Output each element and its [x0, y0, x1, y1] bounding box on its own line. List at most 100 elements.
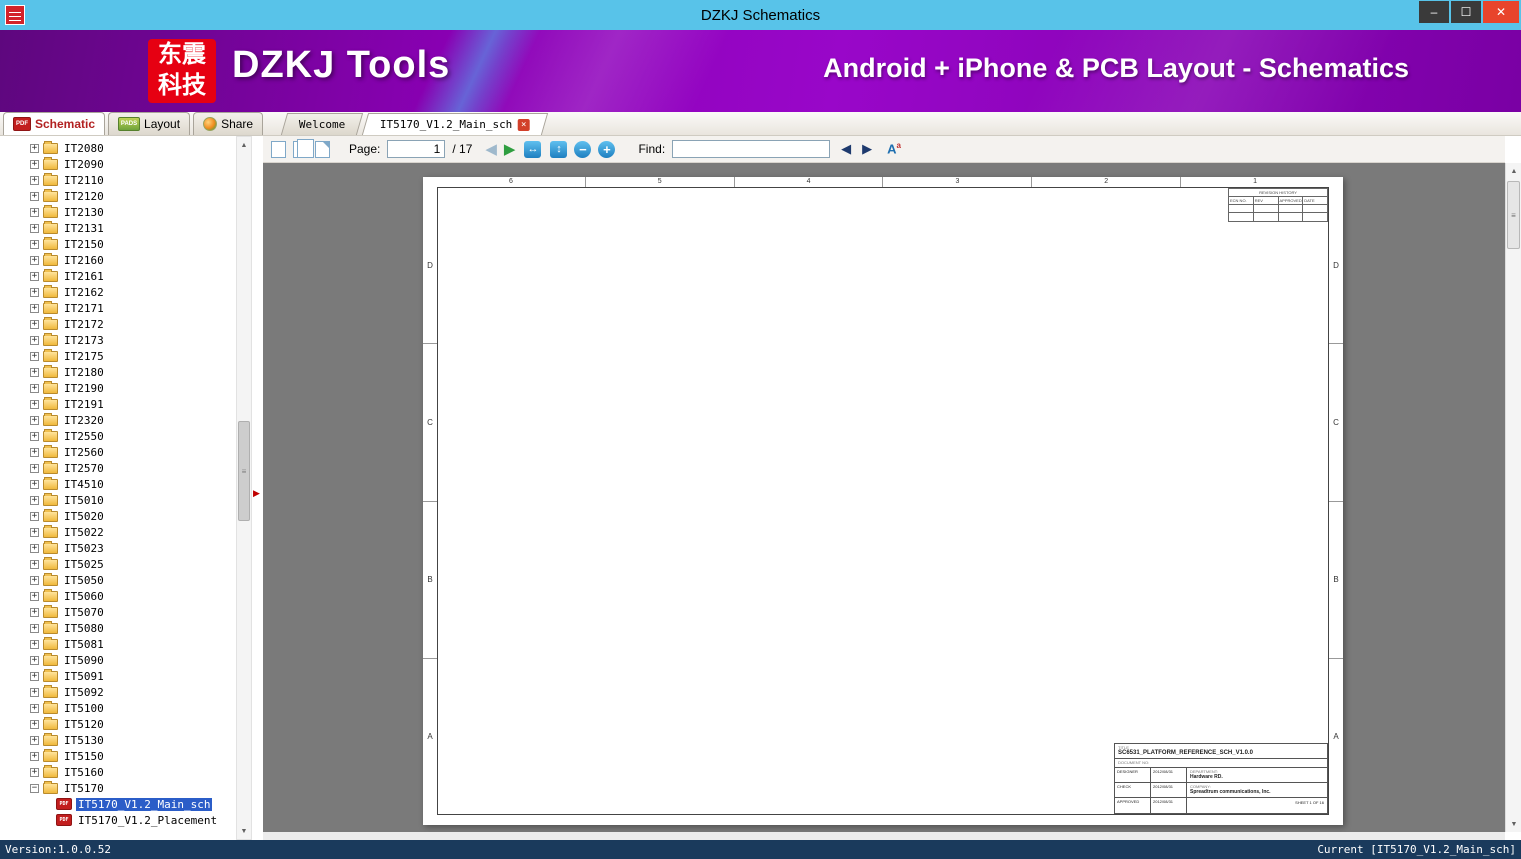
- sidebar-scrollbar-thumb[interactable]: ≡: [238, 421, 250, 521]
- tree-folder-it5020[interactable]: + IT5020: [30, 508, 236, 524]
- tree-folder-it5150[interactable]: + IT5150: [30, 748, 236, 764]
- expand-icon[interactable]: +: [30, 367, 39, 377]
- tree-folder-it5023[interactable]: + IT5023: [30, 540, 236, 556]
- tree-folder-it2180[interactable]: + IT2180: [30, 364, 236, 380]
- maximize-button[interactable]: ☐: [1451, 1, 1481, 23]
- expand-icon[interactable]: +: [30, 175, 39, 185]
- tree-folder-it2120[interactable]: + IT2120: [30, 188, 236, 204]
- expand-icon[interactable]: +: [30, 335, 39, 345]
- tree-folder-it5170[interactable]: − IT5170: [30, 780, 236, 796]
- tree-folder-it5120[interactable]: + IT5120: [30, 716, 236, 732]
- tree-folder-it2173[interactable]: + IT2173: [30, 332, 236, 348]
- previous-page-button[interactable]: ◀: [485, 142, 497, 157]
- next-page-button[interactable]: ▶: [504, 142, 516, 157]
- fit-page-button[interactable]: ↕: [550, 140, 568, 158]
- scroll-up-icon[interactable]: ▲: [1506, 163, 1521, 179]
- expand-icon[interactable]: +: [30, 703, 39, 713]
- expand-icon[interactable]: +: [30, 351, 39, 361]
- expand-icon[interactable]: +: [30, 447, 39, 457]
- tree-folder-it5050[interactable]: + IT5050: [30, 572, 236, 588]
- scroll-down-icon[interactable]: ▼: [237, 823, 251, 839]
- expand-icon[interactable]: +: [30, 463, 39, 473]
- minimize-button[interactable]: –: [1419, 1, 1449, 23]
- tree-file-it5170_v1.2_placement[interactable]: PDF IT5170_V1.2_Placement: [30, 812, 236, 828]
- expand-icon[interactable]: +: [30, 655, 39, 665]
- expand-icon[interactable]: +: [30, 575, 39, 585]
- fit-width-button[interactable]: ↔: [524, 140, 542, 158]
- close-button[interactable]: ✕: [1483, 1, 1519, 23]
- tab-layout[interactable]: PADS Layout: [108, 112, 191, 135]
- find-next-icon[interactable]: ▶: [862, 141, 872, 157]
- expand-icon[interactable]: +: [30, 527, 39, 537]
- scroll-up-icon[interactable]: ▲: [237, 137, 251, 153]
- expand-icon[interactable]: +: [30, 255, 39, 265]
- tree-folder-it5025[interactable]: + IT5025: [30, 556, 236, 572]
- expand-icon[interactable]: +: [30, 607, 39, 617]
- find-input[interactable]: [672, 140, 831, 158]
- multi-page-view-icon[interactable]: [315, 140, 330, 158]
- expand-icon[interactable]: +: [30, 431, 39, 441]
- tree-folder-it2162[interactable]: + IT2162: [30, 284, 236, 300]
- expand-icon[interactable]: +: [30, 479, 39, 489]
- doc-tab-welcome[interactable]: Welcome: [280, 113, 364, 135]
- doc-tab-it5170-main-sch[interactable]: IT5170_V1.2_Main_sch ×: [362, 113, 550, 135]
- document-scrollbar-thumb[interactable]: ≡: [1507, 181, 1520, 249]
- tree-folder-it5060[interactable]: + IT5060: [30, 588, 236, 604]
- tree-folder-it2150[interactable]: + IT2150: [30, 236, 236, 252]
- expand-icon[interactable]: +: [30, 383, 39, 393]
- tree-folder-it5090[interactable]: + IT5090: [30, 652, 236, 668]
- expand-icon[interactable]: +: [30, 319, 39, 329]
- sidebar-collapse-arrow-icon[interactable]: ▶: [253, 488, 260, 499]
- document-area[interactable]: 654321 DCBA DCBA REVISION HISTORY ECN NO…: [263, 163, 1505, 832]
- expand-icon[interactable]: +: [30, 207, 39, 217]
- tree-folder-it5010[interactable]: + IT5010: [30, 492, 236, 508]
- zoom-in-button[interactable]: +: [598, 140, 616, 158]
- expand-icon[interactable]: +: [30, 767, 39, 777]
- tree-folder-it5022[interactable]: + IT5022: [30, 524, 236, 540]
- tree-folder-it2172[interactable]: + IT2172: [30, 316, 236, 332]
- tree-file-it5170_v1.2_main_sch[interactable]: PDF IT5170_V1.2_Main_sch: [30, 796, 236, 812]
- tree-folder-it2175[interactable]: + IT2175: [30, 348, 236, 364]
- expand-icon[interactable]: +: [30, 735, 39, 745]
- expand-icon[interactable]: +: [30, 591, 39, 601]
- expand-icon[interactable]: +: [30, 143, 39, 153]
- expand-icon[interactable]: +: [30, 687, 39, 697]
- tree-folder-it5081[interactable]: + IT5081: [30, 636, 236, 652]
- expand-icon[interactable]: +: [30, 559, 39, 569]
- expand-icon[interactable]: +: [30, 495, 39, 505]
- tree-folder-it5130[interactable]: + IT5130: [30, 732, 236, 748]
- expand-icon[interactable]: +: [30, 271, 39, 281]
- font-size-icon[interactable]: Aa: [887, 141, 901, 156]
- scroll-down-icon[interactable]: ▼: [1506, 816, 1521, 832]
- collapse-icon[interactable]: −: [30, 783, 39, 793]
- tree-folder-it2080[interactable]: + IT2080: [30, 140, 236, 156]
- expand-icon[interactable]: +: [30, 719, 39, 729]
- horizontal-scrollbar[interactable]: [263, 832, 1505, 840]
- tree-folder-it5091[interactable]: + IT5091: [30, 668, 236, 684]
- expand-icon[interactable]: +: [30, 751, 39, 761]
- tab-share[interactable]: Share: [193, 112, 264, 135]
- zoom-out-button[interactable]: −: [574, 140, 592, 158]
- document-scrollbar[interactable]: ▲ ≡ ▼: [1505, 163, 1521, 832]
- expand-icon[interactable]: +: [30, 415, 39, 425]
- tree-folder-it5070[interactable]: + IT5070: [30, 604, 236, 620]
- tree-folder-it2160[interactable]: + IT2160: [30, 252, 236, 268]
- expand-icon[interactable]: +: [30, 623, 39, 633]
- tree-folder-it5160[interactable]: + IT5160: [30, 764, 236, 780]
- sidebar-scrollbar[interactable]: ▲ ≡ ▼: [236, 136, 252, 840]
- tree-folder-it5100[interactable]: + IT5100: [30, 700, 236, 716]
- expand-icon[interactable]: +: [30, 287, 39, 297]
- tab-close-icon[interactable]: ×: [518, 118, 531, 131]
- expand-icon[interactable]: +: [30, 511, 39, 521]
- expand-icon[interactable]: +: [30, 239, 39, 249]
- find-previous-icon[interactable]: ◀: [841, 141, 851, 157]
- expand-icon[interactable]: +: [30, 159, 39, 169]
- tree-folder-it2570[interactable]: + IT2570: [30, 460, 236, 476]
- page-number-input[interactable]: [387, 140, 446, 158]
- tree-folder-it4510[interactable]: + IT4510: [30, 476, 236, 492]
- tree-folder-it2550[interactable]: + IT2550: [30, 428, 236, 444]
- tree-folder-it2161[interactable]: + IT2161: [30, 268, 236, 284]
- two-page-view-icon[interactable]: [293, 138, 314, 158]
- expand-icon[interactable]: +: [30, 303, 39, 313]
- tree-folder-it2560[interactable]: + IT2560: [30, 444, 236, 460]
